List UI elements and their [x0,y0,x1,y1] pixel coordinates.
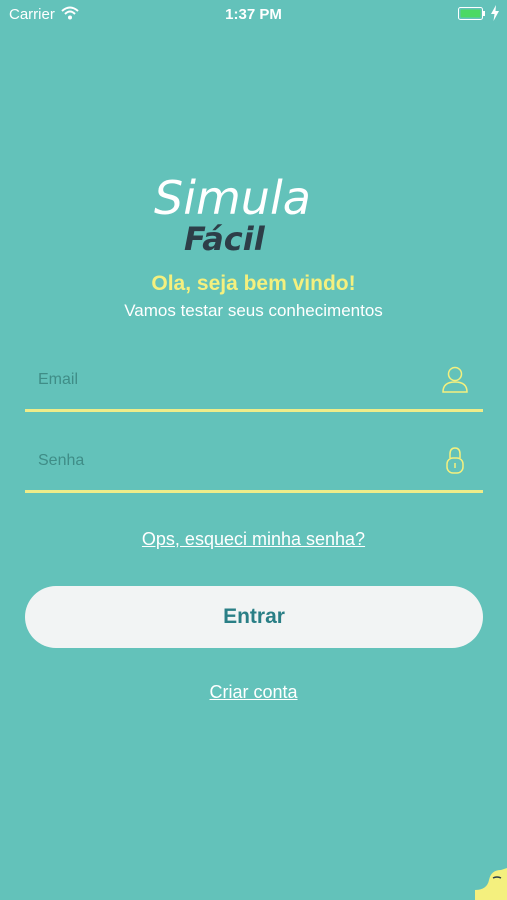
logo-text-top: Simula [154,171,311,225]
email-input[interactable] [38,356,418,404]
login-button[interactable]: Entrar [25,586,483,648]
simula-facil-logo: Simula Fácil [150,162,360,258]
battery-icon [458,7,485,20]
forgot-password-link[interactable]: Ops, esqueci minha senha? [0,529,507,550]
status-time: 1:37 PM [225,6,282,23]
status-bar: Carrier 1:37 PM [0,0,507,28]
corner-decoration-icon [475,868,507,900]
logo-mark: Simula Fácil [154,171,311,258]
charging-bolt-icon [491,5,499,21]
create-account-link[interactable]: Criar conta [0,682,507,703]
email-field [25,356,483,412]
welcome-title: Ola, seja bem vindo! [151,272,356,295]
password-input[interactable] [38,437,418,485]
welcome-subtitle: Vamos testar seus conhecimentos [124,301,383,320]
password-field [25,437,483,493]
user-icon [442,366,468,393]
lock-icon [446,447,464,474]
logo-text-bottom: Fácil [184,220,266,258]
